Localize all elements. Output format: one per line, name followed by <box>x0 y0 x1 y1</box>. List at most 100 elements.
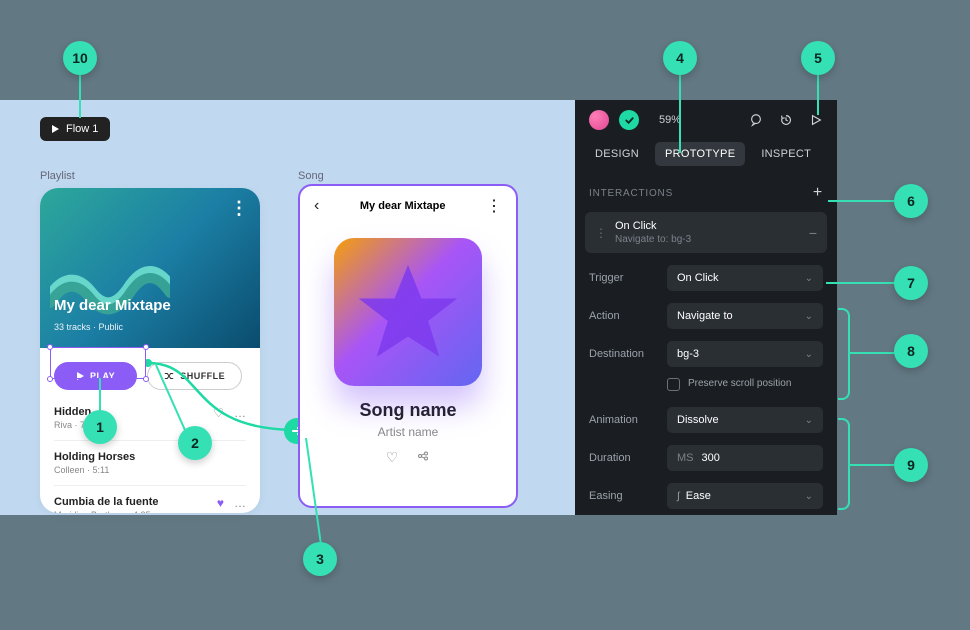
trigger-value: On Click <box>677 272 719 284</box>
annotation-pointer <box>850 464 896 466</box>
comment-icon[interactable] <box>749 113 763 127</box>
annotation-10: 10 <box>63 41 97 75</box>
add-interaction-button[interactable]: + <box>813 184 823 202</box>
more-icon[interactable]: … <box>234 406 246 420</box>
more-icon[interactable]: … <box>234 496 246 510</box>
drag-handle-icon[interactable]: ⋮ <box>595 226 607 240</box>
play-button[interactable]: PLAY <box>54 362 137 390</box>
annotation-bracket <box>838 308 850 400</box>
collapse-icon[interactable]: − <box>809 225 817 241</box>
annotation-5: 5 <box>801 41 835 75</box>
album-art <box>334 238 482 386</box>
annotation-pointer <box>817 75 819 115</box>
frame-song[interactable]: ‹ My dear Mixtape ⋮ Song name Artist nam… <box>298 184 518 508</box>
flow-start-chip[interactable]: Flow 1 <box>40 117 110 141</box>
tab-prototype[interactable]: PROTOTYPE <box>655 142 745 166</box>
annotation-pointer <box>99 378 101 412</box>
easing-value: Ease <box>686 490 711 502</box>
label-trigger: Trigger <box>589 272 657 284</box>
section-interactions-label: INTERACTIONS <box>589 188 673 199</box>
easing-curve-icon: ∫ <box>677 491 680 502</box>
label-action: Action <box>589 310 657 322</box>
avatar[interactable] <box>589 110 609 130</box>
chevron-down-icon: ⌄ <box>805 349 813 360</box>
interaction-item[interactable]: ⋮ On Click Navigate to: bg-3 − <box>585 212 827 253</box>
annotation-9: 9 <box>894 448 928 482</box>
label-destination: Destination <box>589 348 657 360</box>
annotation-pointer <box>79 75 81 118</box>
animation-select[interactable]: Dissolve ⌄ <box>667 407 823 433</box>
heart-filled-icon[interactable]: ♥ <box>217 496 224 510</box>
duration-unit: MS <box>677 452 694 464</box>
annotation-7: 7 <box>894 266 928 300</box>
annotation-4: 4 <box>663 41 697 75</box>
annotation-pointer <box>826 282 896 284</box>
trigger-select[interactable]: On Click ⌄ <box>667 265 823 291</box>
shuffle-icon <box>164 371 174 381</box>
playlist-cover: ⋮ My dear Mixtape 33 tracks · Public <box>40 188 260 348</box>
play-icon <box>50 124 60 134</box>
heart-icon[interactable]: ♡ <box>386 449 399 466</box>
track-row: Holding Horses Colleen · 5:11 <box>40 445 260 481</box>
chevron-down-icon: ⌄ <box>805 491 813 502</box>
check-icon <box>624 115 635 126</box>
animation-value: Dissolve <box>677 414 719 426</box>
divider <box>54 485 246 486</box>
track-subtitle: Colleen · 5:11 <box>54 465 246 475</box>
annotation-6: 6 <box>894 184 928 218</box>
shuffle-button-label: SHUFFLE <box>180 371 225 381</box>
frame-label-playlist[interactable]: Playlist <box>40 170 75 182</box>
annotation-2: 2 <box>178 426 212 460</box>
preserve-scroll-checkbox[interactable] <box>667 378 680 391</box>
chevron-down-icon: ⌄ <box>805 273 813 284</box>
share-icon-svg <box>416 449 430 463</box>
play-icon <box>76 372 84 380</box>
divider <box>54 440 246 441</box>
history-icon[interactable] <box>779 113 793 127</box>
tab-design[interactable]: DESIGN <box>585 142 649 166</box>
annotation-bracket <box>838 418 850 510</box>
track-subtitle: Meridian Brothers · 4:35 <box>54 510 246 513</box>
duration-value: 300 <box>702 452 720 464</box>
destination-value: bg-3 <box>677 348 699 360</box>
song-artist: Artist name <box>300 425 516 439</box>
duration-input[interactable]: MS 300 <box>667 445 823 471</box>
annotation-1: 1 <box>83 410 117 444</box>
song-title: Song name <box>300 400 516 421</box>
back-icon[interactable]: ‹ <box>314 197 319 215</box>
action-select[interactable]: Navigate to ⌄ <box>667 303 823 329</box>
track-row: Hidden Riva · 7:38 ♡ … <box>40 400 260 436</box>
zoom-value[interactable]: 59% <box>659 114 681 126</box>
frame-label-song[interactable]: Song <box>298 170 324 182</box>
track-title[interactable]: Holding Horses <box>54 451 246 463</box>
label-animation: Animation <box>589 414 657 426</box>
inspector-panel: 59% DESIGN PROTOTYPE INSPECT INTERACTION… <box>575 100 837 515</box>
play-button-label: PLAY <box>90 371 115 381</box>
easing-select[interactable]: ∫ Ease ⌄ <box>667 483 823 509</box>
play-preview-icon[interactable] <box>809 113 823 127</box>
chevron-down-icon: ⌄ <box>805 415 813 426</box>
annotation-8: 8 <box>894 334 928 368</box>
heart-icon[interactable]: ♡ <box>213 406 224 420</box>
track-row: Cumbia de la fuente Meridian Brothers · … <box>40 490 260 513</box>
wave-art-icon <box>50 248 170 328</box>
more-icon[interactable]: ⋮ <box>486 196 502 216</box>
interaction-subtitle: Navigate to: bg-3 <box>615 234 801 245</box>
playlist-title: My dear Mixtape <box>54 297 171 314</box>
playlist-subtitle: 33 tracks · Public <box>54 322 123 332</box>
interaction-title: On Click <box>615 220 801 232</box>
chevron-down-icon: ⌄ <box>805 311 813 322</box>
label-duration: Duration <box>589 452 657 464</box>
annotation-pointer <box>828 200 896 202</box>
frame-playlist[interactable]: ⋮ My dear Mixtape 33 tracks · Public PLA… <box>40 188 260 513</box>
star-art-icon <box>352 256 464 368</box>
destination-select[interactable]: bg-3 ⌄ <box>667 341 823 367</box>
label-preserve-scroll: Preserve scroll position <box>688 377 791 390</box>
action-value: Navigate to <box>677 310 733 322</box>
song-header-title: My dear Mixtape <box>360 200 446 212</box>
more-icon[interactable]: ⋮ <box>230 198 248 219</box>
ready-status-icon[interactable] <box>619 110 639 130</box>
annotation-3: 3 <box>303 542 337 576</box>
share-icon[interactable] <box>416 449 430 466</box>
tab-inspect[interactable]: INSPECT <box>751 142 821 166</box>
